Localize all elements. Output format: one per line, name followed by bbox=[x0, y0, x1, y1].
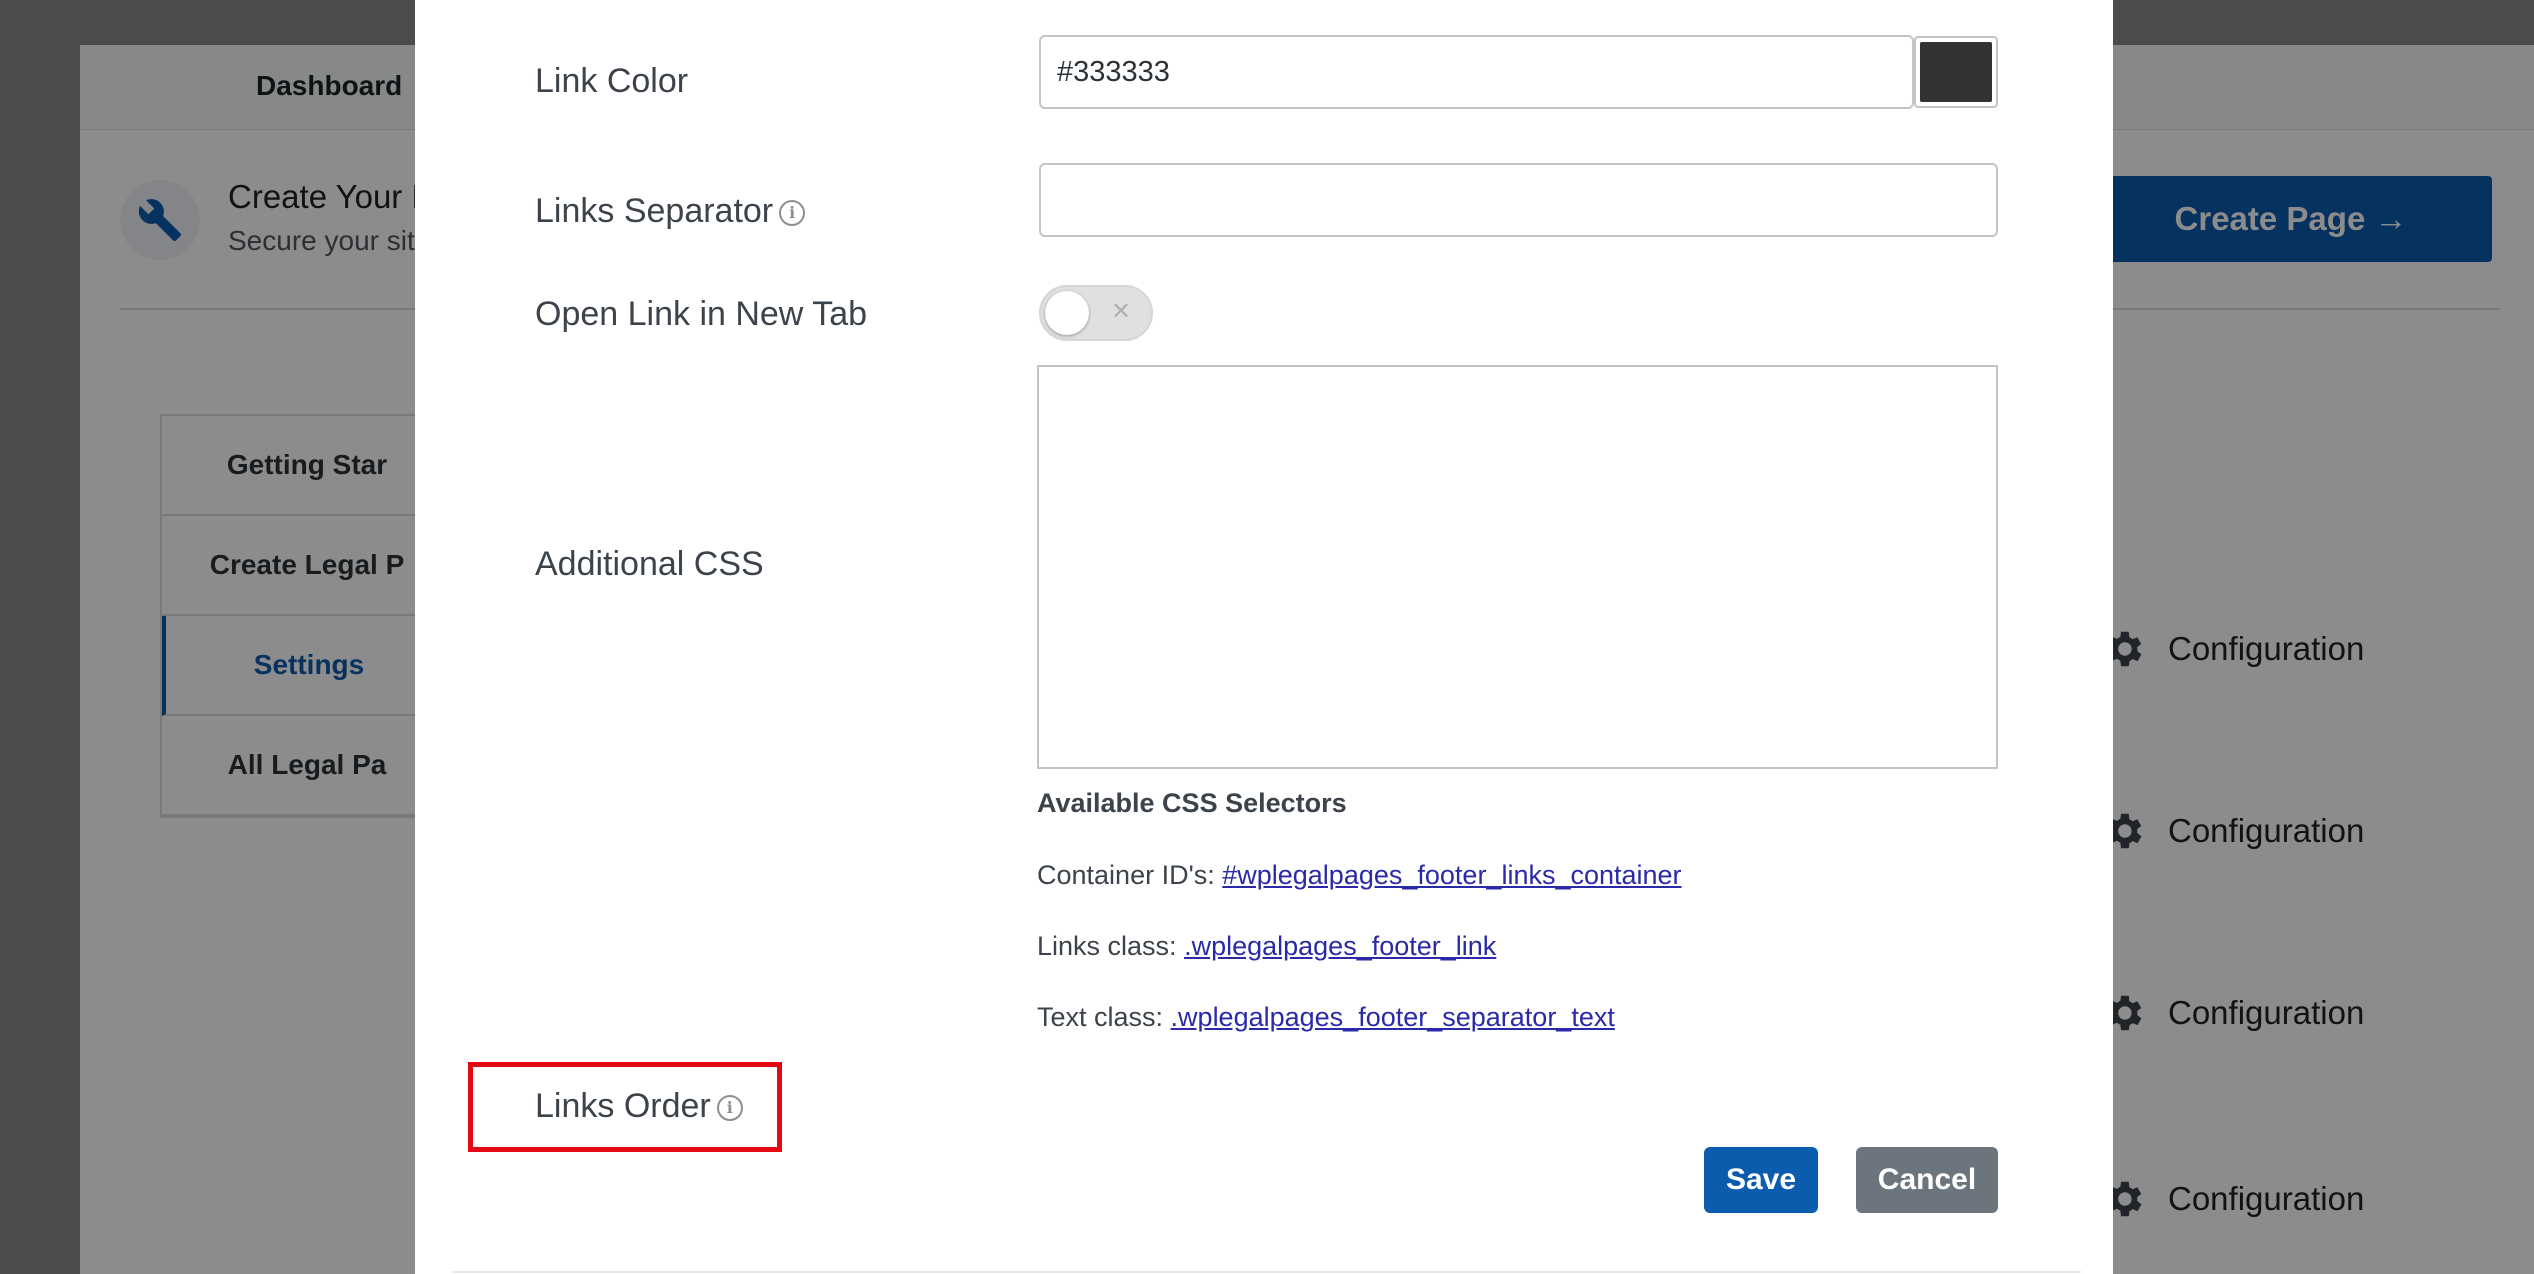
link-color-value: #333333 bbox=[1057, 55, 1170, 88]
link-color-input[interactable]: #333333 bbox=[1039, 35, 1914, 109]
container-id-prefix: Container ID's: bbox=[1037, 860, 1223, 890]
open-new-tab-toggle[interactable]: ✕ bbox=[1039, 285, 1153, 341]
cancel-button[interactable]: Cancel bbox=[1856, 1147, 1998, 1213]
links-class-prefix: Links class: bbox=[1037, 931, 1185, 961]
text-class-line: Text class: .wplegalpages_footer_separat… bbox=[1037, 1002, 1615, 1033]
info-icon[interactable]: i bbox=[779, 200, 806, 227]
links-class-line: Links class: .wplegalpages_footer_link bbox=[1037, 931, 1496, 962]
text-class-link[interactable]: .wplegalpages_footer_separator_text bbox=[1171, 1002, 1615, 1032]
toggle-knob bbox=[1045, 291, 1089, 335]
additional-css-textarea[interactable] bbox=[1037, 365, 1998, 769]
links-separator-input[interactable] bbox=[1039, 163, 1998, 237]
save-button[interactable]: Save bbox=[1704, 1147, 1818, 1213]
close-icon: ✕ bbox=[1111, 298, 1132, 325]
links-separator-text: Links Separator bbox=[535, 192, 774, 230]
color-preview bbox=[1920, 42, 1992, 102]
additional-css-label: Additional CSS bbox=[535, 545, 764, 583]
highlight-box bbox=[468, 1062, 782, 1152]
open-new-tab-label: Open Link in New Tab bbox=[535, 295, 868, 333]
css-selectors-title: Available CSS Selectors bbox=[1037, 788, 1347, 818]
modal-divider bbox=[453, 1271, 2081, 1273]
text-class-prefix: Text class: bbox=[1037, 1002, 1171, 1032]
link-color-swatch[interactable] bbox=[1914, 36, 1998, 108]
link-color-label: Link Color bbox=[535, 62, 689, 100]
container-id-line: Container ID's: #wplegalpages_footer_lin… bbox=[1037, 860, 1682, 891]
container-id-link[interactable]: #wplegalpages_footer_links_container bbox=[1222, 860, 1681, 890]
links-class-link[interactable]: .wplegalpages_footer_link bbox=[1184, 931, 1496, 961]
links-separator-label: Links Separator i bbox=[535, 192, 806, 231]
